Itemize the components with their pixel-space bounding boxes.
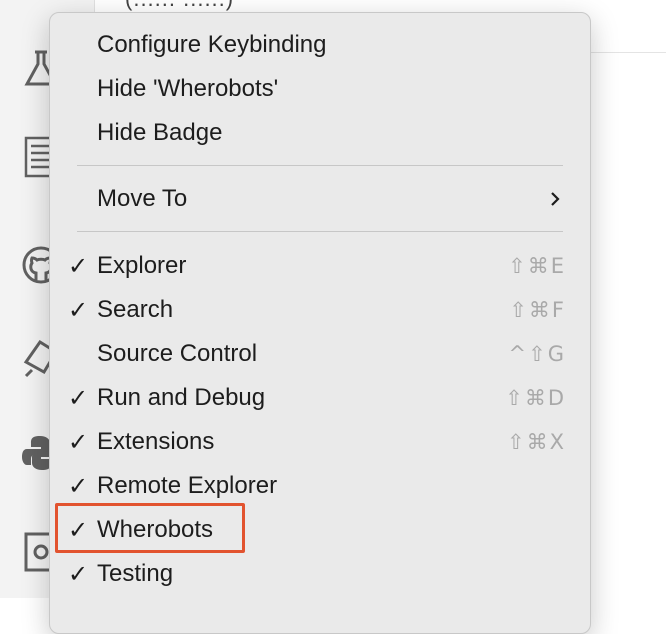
menu-item-label: Search: [97, 296, 174, 323]
menu-item-shortcut: ⇧⌘F: [509, 298, 566, 322]
menu-item-hide-badge[interactable]: Hide Badge: [50, 113, 590, 153]
menu-item-search[interactable]: ✓ Search ⇧⌘F: [50, 290, 590, 330]
menu-separator: [77, 231, 563, 232]
checkmark-icon: ✓: [68, 428, 89, 456]
menu-item-label: Remote Explorer: [97, 472, 278, 499]
menu-item-shortcut: ⇧⌘X: [507, 430, 566, 454]
checkmark-icon: ✓: [68, 252, 89, 280]
menu-item-remote-explorer[interactable]: ✓ Remote Explorer: [50, 466, 590, 506]
menu-item-label: Extensions: [97, 428, 215, 455]
menu-separator: [77, 165, 563, 166]
menu-item-shortcut: ⇧⌘E: [508, 254, 566, 278]
chevron-right-icon: [550, 191, 560, 207]
menu-item-label: Run and Debug: [97, 384, 266, 411]
menu-item-testing[interactable]: ✓ Testing: [50, 554, 590, 594]
menu-item-label: Explorer: [97, 252, 187, 279]
menu-item-label: Move To: [97, 185, 188, 212]
menu-item-hide-wherobots[interactable]: Hide 'Wherobots': [50, 69, 590, 109]
menu-item-explorer[interactable]: ✓ Explorer ⇧⌘E: [50, 246, 590, 286]
checkmark-icon: ✓: [68, 560, 89, 588]
menu-item-shortcut: ⇧⌘D: [505, 386, 566, 410]
background-title: (...... ......): [125, 0, 234, 12]
menu-item-label: Hide 'Wherobots': [97, 75, 279, 102]
menu-item-source-control[interactable]: Source Control ^⇧G: [50, 334, 590, 374]
menu-item-label: Configure Keybinding: [97, 31, 327, 58]
menu-item-extensions[interactable]: ✓ Extensions ⇧⌘X: [50, 422, 590, 462]
menu-item-shortcut: ^⇧G: [508, 342, 566, 366]
menu-item-run-and-debug[interactable]: ✓ Run and Debug ⇧⌘D: [50, 378, 590, 418]
wherobots-highlight-box: [55, 503, 245, 553]
menu-item-label: Source Control: [97, 340, 258, 367]
checkmark-icon: ✓: [68, 472, 89, 500]
menu-item-label: Hide Badge: [97, 119, 223, 146]
checkmark-icon: ✓: [68, 296, 89, 324]
menu-item-configure-keybinding[interactable]: Configure Keybinding: [50, 25, 590, 65]
checkmark-icon: ✓: [68, 384, 89, 412]
menu-item-move-to[interactable]: Move To: [50, 179, 590, 219]
menu-item-label: Testing: [97, 560, 174, 587]
